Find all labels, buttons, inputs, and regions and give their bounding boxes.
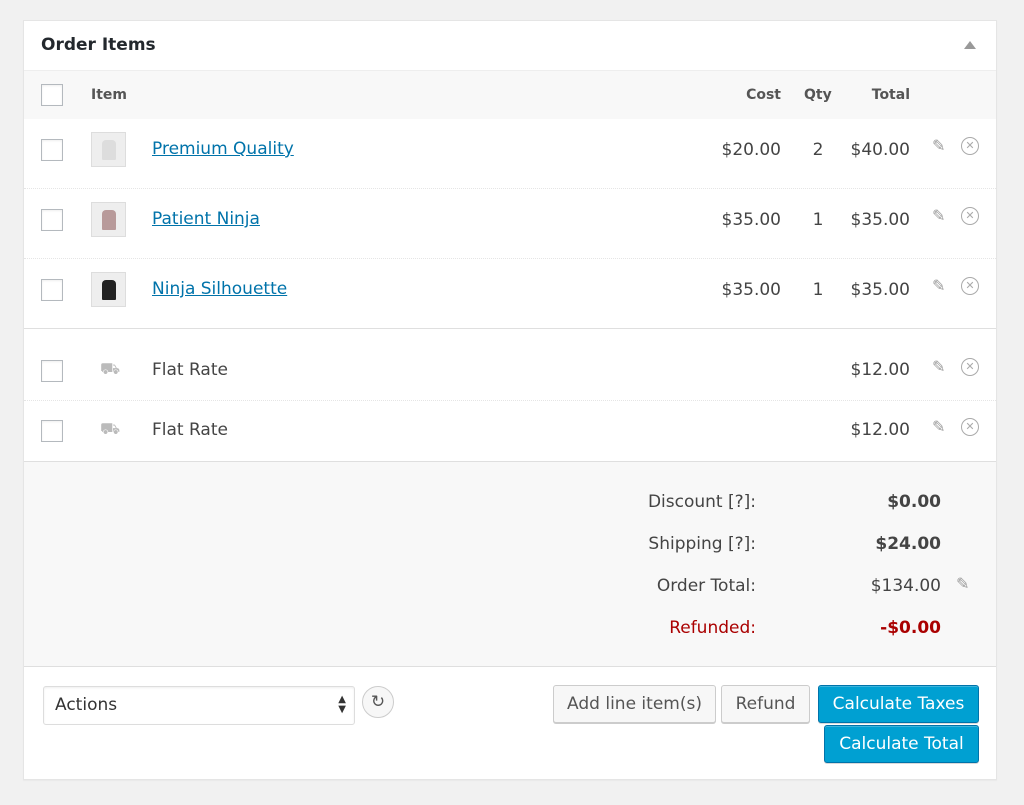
shipping-row: ⛟ Flat Rate $12.00 ✎ ✕ [24, 341, 996, 401]
discount-value: $0.00 [887, 492, 941, 512]
discount-label: Discount [?]: [647, 492, 756, 512]
product-link[interactable]: Premium Quality [152, 139, 294, 159]
shipping-checkbox[interactable] [41, 420, 63, 442]
line-item-row: Ninja Silhouette $35.00 1 $35.00 ✎ ✕ [24, 259, 996, 329]
product-thumbnail [91, 202, 126, 237]
item-qty: 1 [812, 280, 824, 300]
item-checkbox[interactable] [41, 279, 63, 301]
collapse-toggle-icon[interactable] [964, 41, 976, 49]
delete-circle-x-icon[interactable]: ✕ [961, 207, 979, 225]
actions-select[interactable]: Actions ▲ ▼ [43, 686, 355, 725]
truck-icon: ⛟ [100, 419, 121, 438]
delete-circle-x-icon[interactable]: ✕ [961, 277, 979, 295]
divider [24, 328, 996, 329]
refunded-value: -$0.00 [880, 618, 941, 638]
line-item-row: Premium Quality $20.00 2 $40.00 ✎ ✕ [24, 119, 996, 189]
item-total: $35.00 [850, 210, 910, 230]
shipping-method-name: Flat Rate [152, 360, 228, 380]
apply-refresh-icon[interactable]: ↻ [362, 686, 394, 718]
edit-pencil-icon[interactable]: ✎ [932, 357, 945, 376]
product-thumbnail [91, 272, 126, 307]
line-item-row: Patient Ninja $35.00 1 $35.00 ✎ ✕ [24, 189, 996, 259]
add-line-items-button[interactable]: Add line item(s) [553, 685, 716, 723]
calculate-taxes-button[interactable]: Calculate Taxes [818, 685, 979, 723]
refund-button[interactable]: Refund [721, 685, 810, 723]
product-thumbnail [91, 132, 126, 167]
product-link[interactable]: Patient Ninja [152, 209, 260, 229]
edit-pencil-icon[interactable]: ✎ [932, 136, 945, 155]
col-item: Item [91, 87, 127, 103]
item-cost: $35.00 [721, 210, 781, 230]
item-cost: $35.00 [721, 280, 781, 300]
item-total: $35.00 [850, 280, 910, 300]
shipping-label: Shipping [?]: [648, 534, 756, 554]
delete-circle-x-icon[interactable]: ✕ [961, 418, 979, 436]
edit-pencil-icon[interactable]: ✎ [932, 206, 945, 225]
edit-pencil-icon[interactable]: ✎ [932, 417, 945, 436]
item-total: $40.00 [850, 140, 910, 160]
edit-total-pencil-icon[interactable]: ✎ [956, 574, 969, 593]
delete-circle-x-icon[interactable]: ✕ [961, 358, 979, 376]
product-link[interactable]: Ninja Silhouette [152, 279, 287, 299]
col-qty: Qty [804, 87, 832, 103]
shipping-value: $24.00 [875, 534, 941, 554]
shipping-checkbox[interactable] [41, 360, 63, 382]
shipping-method-name: Flat Rate [152, 420, 228, 440]
panel-header: Order Items [24, 21, 996, 71]
item-qty: 2 [812, 140, 824, 160]
totals-section: Discount [?]: $0.00 Shipping [?]: $24.00… [24, 461, 996, 667]
col-cost: Cost [746, 87, 781, 103]
delete-circle-x-icon[interactable]: ✕ [961, 137, 979, 155]
panel-title: Order Items [41, 35, 156, 55]
item-cost: $20.00 [721, 140, 781, 160]
edit-pencil-icon[interactable]: ✎ [932, 276, 945, 295]
table-header: Item Cost Qty Total [24, 71, 996, 119]
order-items-panel: Order Items Item Cost Qty Total Premium … [23, 20, 997, 780]
calculate-total-button[interactable]: Calculate Total [824, 725, 979, 763]
shipping-row: ⛟ Flat Rate $12.00 ✎ ✕ [24, 401, 996, 461]
item-checkbox[interactable] [41, 209, 63, 231]
refunded-label: Refunded: [669, 618, 756, 638]
select-arrows-icon: ▲ ▼ [338, 694, 346, 715]
item-checkbox[interactable] [41, 139, 63, 161]
select-all-checkbox[interactable] [41, 84, 63, 106]
order-total-value: $134.00 [870, 576, 941, 596]
item-qty: 1 [812, 210, 824, 230]
shipping-total: $12.00 [850, 360, 910, 380]
order-total-label: Order Total: [656, 576, 756, 596]
actions-select-value: Actions [55, 695, 118, 715]
col-total: Total [871, 87, 910, 103]
truck-icon: ⛟ [100, 359, 121, 378]
shipping-total: $12.00 [850, 420, 910, 440]
